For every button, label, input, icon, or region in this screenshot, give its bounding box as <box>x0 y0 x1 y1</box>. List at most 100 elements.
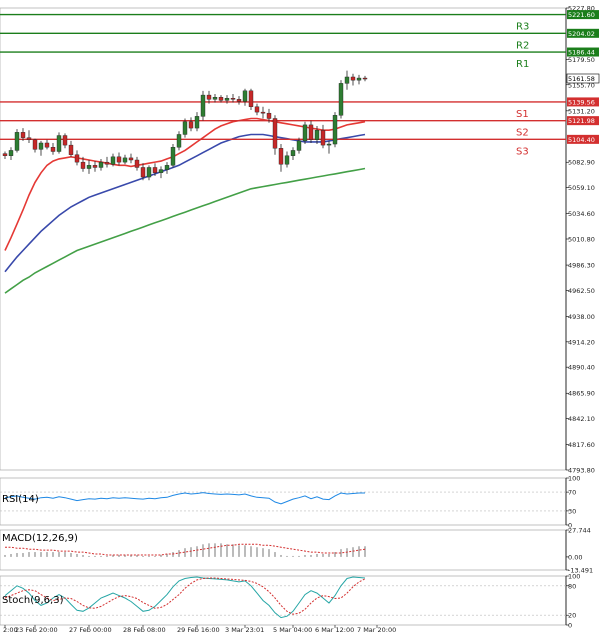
candle-body-48 <box>290 150 296 156</box>
level-R2-name: R2 <box>516 40 529 51</box>
candle-body-31 <box>188 121 194 129</box>
level-R1-price: 5186.44 <box>568 49 595 57</box>
candle-body-14 <box>86 165 92 169</box>
candle-body-49 <box>296 140 302 151</box>
candle-body-45 <box>272 118 278 149</box>
rsi-tick-2-label: 30 <box>568 507 576 515</box>
candle-body-51 <box>308 124 314 140</box>
x-label-6: 5 Mar 04:00 <box>273 626 312 634</box>
candle-body-21 <box>128 157 134 161</box>
stoch-tick-0-label: 100 <box>568 573 580 581</box>
candle-body-27 <box>164 165 170 170</box>
x-label-5: 3 Mar 23:01 <box>225 626 264 634</box>
price-tick-15-label: 4817.60 <box>568 441 595 449</box>
candle-body-32 <box>194 116 200 129</box>
candle-body-60 <box>362 77 368 80</box>
candle-body-28 <box>170 147 176 166</box>
level-R3-name: R3 <box>516 22 529 33</box>
price-tick-14-label: 4842.10 <box>568 415 595 423</box>
level-R3-price: 5221.60 <box>568 11 595 19</box>
candle-body-24 <box>146 167 152 178</box>
macd-tick-1-label: 0.00 <box>568 553 582 561</box>
candle-body-6 <box>38 142 44 150</box>
candle-body-26 <box>158 169 164 173</box>
candle-body-20 <box>122 157 128 163</box>
candle-body-52 <box>314 130 320 140</box>
x-label-8: 7 Mar 20:00 <box>357 626 396 634</box>
candle-body-35 <box>212 97 218 100</box>
candle-body-36 <box>218 97 224 101</box>
x-label-3: 28 Feb 08:00 <box>123 626 166 634</box>
candle-body-0 <box>2 153 8 156</box>
level-S2-price: 5121.98 <box>568 117 595 125</box>
price-tick-11-label: 4914.20 <box>568 338 595 346</box>
price-tick-1-label: 5179.50 <box>568 56 595 64</box>
current-price-label: 5161.58 <box>568 75 595 83</box>
candle-body-44 <box>266 112 272 119</box>
candle-body-12 <box>74 154 80 163</box>
rsi-tick-1-label: 70 <box>568 489 576 497</box>
x-label-4: 29 Feb 16:00 <box>177 626 220 634</box>
stoch-label: Stoch(9,6,3) <box>2 595 64 606</box>
candle-body-22 <box>134 159 140 168</box>
candle-body-17 <box>104 161 110 165</box>
candle-body-47 <box>284 155 290 165</box>
candle-body-30 <box>182 121 188 135</box>
candle-body-50 <box>302 124 308 142</box>
candle-body-4 <box>26 137 32 140</box>
price-tick-10-label: 4938.00 <box>568 313 595 321</box>
candle-body-56 <box>338 83 344 116</box>
candle-body-13 <box>80 161 86 169</box>
macd-label: MACD(12,26,9) <box>2 533 78 544</box>
rsi-label: RSI(14) <box>2 494 39 505</box>
candle-body-16 <box>98 161 104 168</box>
price-tick-12-label: 4890.40 <box>568 364 595 372</box>
candle-body-54 <box>326 143 332 146</box>
candle-body-25 <box>152 167 158 173</box>
candle-body-40 <box>242 90 248 102</box>
price-tick-4-label: 5082.90 <box>568 159 595 167</box>
candle-body-29 <box>176 134 182 148</box>
candle-body-19 <box>116 156 122 163</box>
price-tick-8-label: 4986.30 <box>568 262 595 270</box>
price-tick-7-label: 5010.80 <box>568 236 595 244</box>
candle-body-1 <box>8 150 14 156</box>
candle-body-8 <box>50 147 56 152</box>
level-R1-name: R1 <box>516 59 529 70</box>
candle-body-33 <box>200 94 206 117</box>
candle-body-59 <box>356 77 362 81</box>
candle-body-11 <box>68 144 74 155</box>
level-S3-price: 5104.40 <box>568 136 595 144</box>
price-tick-9-label: 4962.50 <box>568 287 595 295</box>
chart-background <box>0 0 600 640</box>
price-tick-16-label: 4793.80 <box>568 467 595 475</box>
level-S2-name: S2 <box>516 128 529 139</box>
stoch-tick-2-label: 20 <box>568 612 576 620</box>
level-S3-name: S3 <box>516 146 529 157</box>
candle-body-10 <box>62 135 68 146</box>
candle-body-18 <box>110 156 116 165</box>
candle-body-57 <box>344 76 350 84</box>
trading-chart: 5227.805179.505155.705131.205082.905059.… <box>0 0 600 640</box>
candle-body-39 <box>236 99 242 102</box>
stoch-tick-1-label: 80 <box>568 582 576 590</box>
price-tick-3-label: 5131.20 <box>568 107 595 115</box>
candle-body-55 <box>332 115 338 145</box>
macd-tick-0-label: 27.744 <box>568 527 591 535</box>
level-S1-name: S1 <box>516 109 529 120</box>
candle-body-42 <box>254 106 260 113</box>
candle-body-37 <box>224 98 230 101</box>
candle-body-38 <box>230 98 236 100</box>
candle-body-2 <box>14 132 20 151</box>
level-S1-price: 5139.56 <box>568 98 595 106</box>
x-label-7: 6 Mar 12:00 <box>315 626 354 634</box>
candle-body-46 <box>278 148 284 165</box>
candle-body-15 <box>92 165 98 168</box>
rsi-tick-0-label: 100 <box>568 475 580 483</box>
candle-body-41 <box>248 90 254 107</box>
candle-body-34 <box>206 94 212 100</box>
candle-body-53 <box>320 130 326 146</box>
price-tick-5-label: 5059.10 <box>568 184 595 192</box>
candle-body-58 <box>350 76 356 81</box>
x-label-1: 23 Feb 20:00 <box>15 626 58 634</box>
